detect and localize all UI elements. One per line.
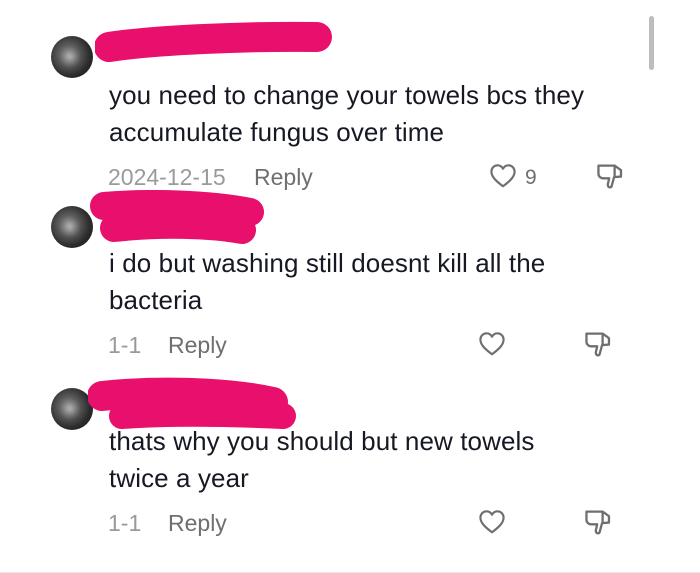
heart-outline-icon[interactable] — [489, 163, 517, 188]
comment-item: i do but washing still doesnt kill all t… — [0, 190, 700, 370]
reply-button[interactable]: Reply — [168, 332, 227, 359]
like-count: 9 — [525, 166, 537, 189]
comment-item: thats why you should but new towels twic… — [0, 370, 700, 570]
avatar[interactable] — [51, 388, 93, 430]
comment-date: 1-1 — [108, 332, 142, 358]
comment-text-line: accumulate fungus over time — [109, 117, 445, 147]
reply-button[interactable]: Reply — [254, 164, 313, 191]
comment-item: you need to change your towels bcs they … — [0, 0, 700, 200]
thumbs-down-icon[interactable] — [583, 330, 613, 358]
heart-outline-icon[interactable] — [478, 509, 506, 534]
comment-text-line: bacteria — [109, 285, 203, 315]
avatar[interactable] — [51, 36, 93, 78]
comment-text-line: you need to change your towels bcs they — [109, 80, 585, 110]
thumbs-down-icon[interactable] — [583, 508, 613, 536]
redacted-username — [95, 21, 332, 62]
avatar[interactable] — [51, 206, 93, 248]
comment-text: you need to change your towels bcs they … — [109, 77, 584, 151]
comment-text-line: twice a year — [109, 463, 249, 493]
reply-button[interactable]: Reply — [168, 510, 227, 537]
comment-text: i do but washing still doesnt kill all t… — [109, 245, 545, 319]
comment-text-line: thats why you should but new towels — [109, 426, 535, 456]
heart-outline-icon[interactable] — [478, 331, 506, 356]
thumbs-down-icon[interactable] — [595, 162, 625, 190]
redacted-username — [90, 190, 264, 244]
comment-date: 2024-12-15 — [108, 164, 226, 190]
comment-text-line: i do but washing still doesnt kill all t… — [109, 248, 546, 278]
comments-screen: you need to change your towels bcs they … — [0, 0, 700, 573]
comment-date: 1-1 — [108, 510, 142, 536]
comment-text: thats why you should but new towels twic… — [109, 423, 535, 497]
